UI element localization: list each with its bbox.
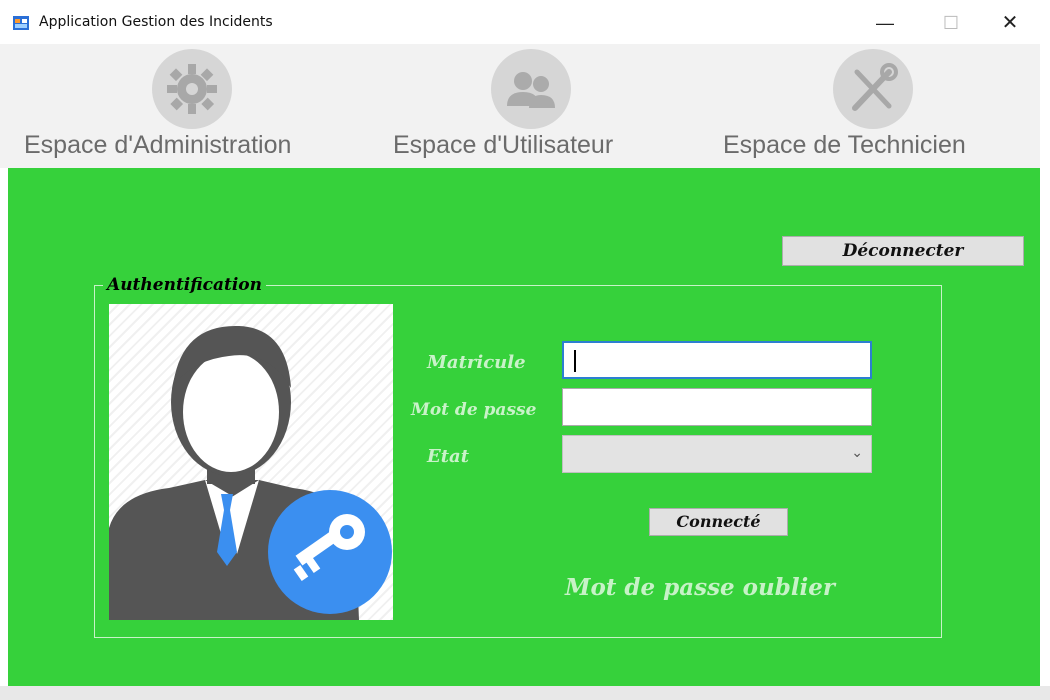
bottom-border <box>0 686 1050 700</box>
window-title: Application Gestion des Incidents <box>39 14 273 30</box>
matricule-label: Matricule <box>427 352 526 373</box>
app-icon <box>13 16 29 30</box>
close-button[interactable]: ✕ <box>987 6 1033 40</box>
password-input[interactable] <box>562 388 872 426</box>
auth-groupbox: Authentification Matricule Mot de passe … <box>94 275 942 638</box>
password-label: Mot de passe <box>411 400 537 420</box>
connect-button[interactable]: Connecté <box>649 508 788 536</box>
minimize-button[interactable]: — <box>862 6 908 40</box>
etat-select[interactable]: ⌄ <box>562 435 872 473</box>
users-icon <box>491 49 571 129</box>
gear-icon <box>152 49 232 129</box>
avatar-image <box>109 304 393 620</box>
matricule-input[interactable] <box>562 341 872 379</box>
nav-toolbar: Espace d'Administration Espace d'Utilisa… <box>0 44 1040 168</box>
etat-label: Etat <box>427 446 470 467</box>
nav-tech-label: Espace de Technicien <box>723 131 966 159</box>
tools-icon <box>833 49 913 129</box>
user-key-icon <box>109 325 392 620</box>
auth-legend: Authentification <box>103 275 266 295</box>
nav-tech-space[interactable]: Espace de Technicien <box>710 44 1040 168</box>
nav-user-space[interactable]: Espace d'Utilisateur <box>370 44 710 168</box>
nav-user-label: Espace d'Utilisateur <box>393 131 614 159</box>
logout-button[interactable]: Déconnecter <box>782 236 1024 266</box>
main-panel: Déconnecter Authentification Matricule M… <box>8 168 1040 686</box>
text-caret <box>574 350 576 372</box>
chevron-down-icon: ⌄ <box>851 444 863 460</box>
maximize-button[interactable]: ☐ <box>928 6 974 40</box>
nav-admin-space[interactable]: Espace d'Administration <box>0 44 370 168</box>
forgot-password-link[interactable]: Mot de passe oublier <box>565 574 835 601</box>
nav-admin-label: Espace d'Administration <box>24 131 292 159</box>
title-bar: Application Gestion des Incidents — ☐ ✕ <box>0 0 1050 44</box>
